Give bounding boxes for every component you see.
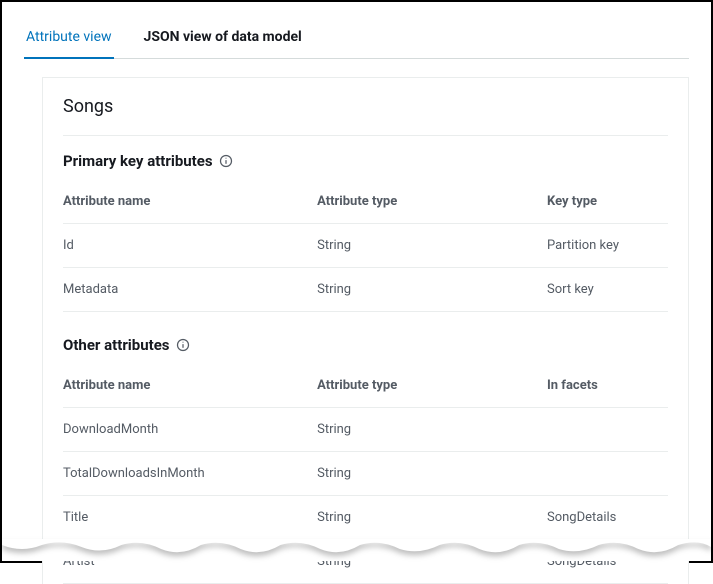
cell-attr-name: Id xyxy=(63,224,317,268)
table-row: Metadata String Sort key xyxy=(63,268,668,312)
cell-key-type: Sort key xyxy=(547,268,668,312)
col-key-type: Key type xyxy=(547,180,668,224)
col-attribute-type: Attribute type xyxy=(317,180,547,224)
info-icon[interactable] xyxy=(176,338,190,352)
cell-attr-name: TotalDownloadsInMonth xyxy=(63,452,317,496)
table-row: TotalDownloadsInMonth String xyxy=(63,452,668,496)
other-attributes-heading: Other attributes xyxy=(63,336,170,354)
table-row: DownloadMonth String xyxy=(63,408,668,452)
primary-key-table: Attribute name Attribute type Key type I… xyxy=(63,180,668,312)
info-icon[interactable] xyxy=(219,154,233,168)
panel-title: Songs xyxy=(63,96,668,117)
col-attribute-type: Attribute type xyxy=(317,364,547,408)
tab-attribute-view[interactable]: Attribute view xyxy=(24,19,114,59)
table-header-row: Attribute name Attribute type Key type xyxy=(63,180,668,224)
cell-attr-name: DownloadMonth xyxy=(63,408,317,452)
tab-json-view[interactable]: JSON view of data model xyxy=(142,19,304,59)
cell-key-type: Partition key xyxy=(547,224,668,268)
cell-attr-type: String xyxy=(317,268,547,312)
cell-in-facets xyxy=(547,408,668,452)
table-row: Title String SongDetails xyxy=(63,496,668,540)
table-row: Id String Partition key xyxy=(63,224,668,268)
panel-songs: Songs Primary key attributes Attribute n… xyxy=(42,77,689,584)
cell-in-facets xyxy=(547,452,668,496)
tabs: Attribute view JSON view of data model xyxy=(24,18,689,59)
primary-key-heading: Primary key attributes xyxy=(63,152,213,170)
table-header-row: Attribute name Attribute type In facets xyxy=(63,364,668,408)
cell-attr-type: String xyxy=(317,224,547,268)
col-in-facets: In facets xyxy=(547,364,668,408)
cell-attr-name: Title xyxy=(63,496,317,540)
cell-attr-name: Metadata xyxy=(63,268,317,312)
cell-attr-type: String xyxy=(317,408,547,452)
col-attribute-name: Attribute name xyxy=(63,364,317,408)
col-attribute-name: Attribute name xyxy=(63,180,317,224)
section-primary-key: Primary key attributes Attribute name At… xyxy=(63,136,668,312)
cell-attr-type: String xyxy=(317,452,547,496)
cell-in-facets: SongDetails xyxy=(547,496,668,540)
cell-attr-type: String xyxy=(317,496,547,540)
torn-edge-decoration xyxy=(2,539,711,561)
